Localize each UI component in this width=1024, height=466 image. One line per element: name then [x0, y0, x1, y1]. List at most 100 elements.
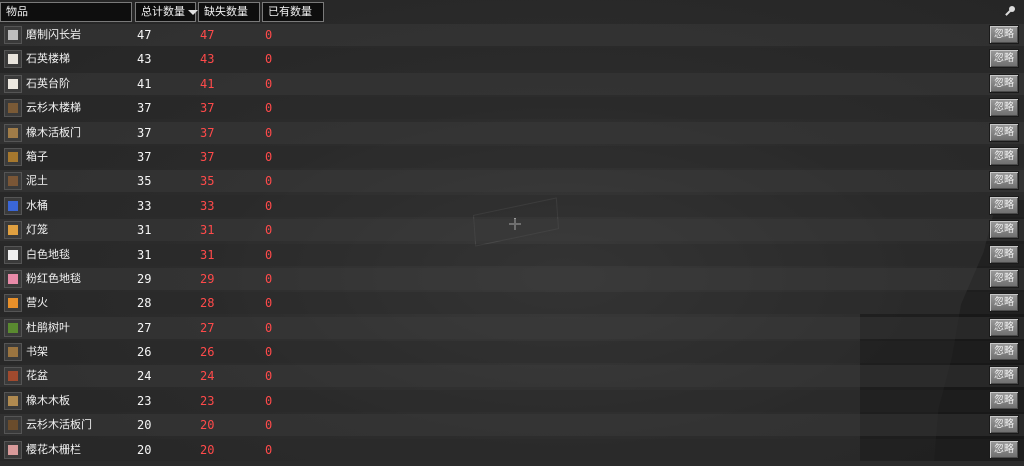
item-name: 石英楼梯: [26, 52, 70, 66]
table-row: 灯笼 31 31 0 忽略: [0, 219, 1024, 242]
have-count: 0: [265, 271, 273, 286]
table-row: 粉红色地毯 29 29 0 忽略: [0, 267, 1024, 290]
column-header-have[interactable]: 已有数量: [262, 2, 324, 22]
have-count: 0: [265, 418, 273, 433]
total-count: 37: [137, 125, 152, 140]
missing-count: 23: [200, 393, 215, 408]
item-name: 灯笼: [26, 223, 48, 237]
missing-count: 43: [200, 52, 215, 67]
item-name: 云杉木楼梯: [26, 101, 81, 115]
have-count: 0: [265, 125, 273, 140]
missing-count: 47: [200, 28, 215, 42]
lantern-icon: [4, 221, 22, 240]
item-name: 橡木木板: [26, 393, 70, 407]
table-row: 箱子 37 37 0 忽略: [0, 145, 1024, 168]
ignore-button[interactable]: 忽略: [989, 25, 1019, 44]
spruce-trapdoor-icon: [4, 416, 22, 435]
item-name: 樱花木栅栏: [26, 442, 81, 456]
item-name: 营火: [26, 296, 48, 310]
total-count: 23: [137, 393, 152, 408]
missing-count: 20: [200, 418, 215, 433]
item-name: 水桶: [26, 198, 48, 212]
ignore-button[interactable]: 忽略: [989, 220, 1019, 240]
column-header-missing-label: 缺失数量: [204, 5, 248, 18]
item-name: 云杉木活板门: [26, 418, 92, 432]
missing-count: 26: [200, 345, 215, 360]
azalea-leaves-icon: [4, 318, 22, 337]
total-count: 20: [137, 442, 152, 457]
item-name: 书架: [26, 345, 48, 359]
table-row: 橡木活板门 37 37 0 忽略: [0, 121, 1024, 144]
table-row: 营火 28 28 0 忽略: [0, 292, 1024, 315]
have-count: 0: [265, 76, 273, 91]
table-row: 花盆 24 24 0 忽略: [0, 365, 1024, 388]
ignore-button[interactable]: 忽略: [989, 390, 1019, 410]
item-name: 箱子: [26, 149, 48, 163]
column-header-total[interactable]: 总计数量: [135, 2, 198, 22]
ignore-button[interactable]: 忽略: [989, 317, 1019, 337]
ignore-button[interactable]: 忽略: [989, 293, 1019, 313]
oak-trapdoor-icon: [4, 123, 22, 142]
ignore-button[interactable]: 忽略: [989, 342, 1019, 362]
table-row: 云杉木楼梯 37 37 0 忽略: [0, 97, 1024, 120]
sort-descending-icon: [188, 9, 198, 15]
missing-count: 37: [200, 149, 215, 164]
missing-count: 37: [200, 101, 215, 116]
ignore-button[interactable]: 忽略: [989, 49, 1019, 69]
table-row: 磨制闪长岩 47 47 0 忽略: [0, 24, 1024, 46]
column-header-item[interactable]: 物品: [0, 2, 132, 22]
total-count: 31: [137, 223, 152, 238]
pin-icon[interactable]: [1004, 6, 1016, 18]
item-name: 白色地毯: [26, 247, 70, 261]
bookshelf-icon: [4, 343, 22, 362]
table-row: 杜鹃树叶 27 27 0 忽略: [0, 316, 1024, 339]
ignore-button[interactable]: 忽略: [989, 122, 1019, 142]
item-name: 橡木活板门: [26, 125, 81, 139]
table-row: 泥土 35 35 0 忽略: [0, 170, 1024, 193]
ignore-button[interactable]: 忽略: [989, 195, 1019, 215]
table-header: 物品 总计数量 缺失数量 已有数量: [0, 0, 1024, 24]
have-count: 0: [265, 296, 273, 311]
ignore-button[interactable]: 忽略: [989, 268, 1019, 288]
have-count: 0: [265, 28, 273, 42]
missing-count: 41: [200, 76, 215, 91]
quartz-slab-icon: [4, 74, 22, 93]
flower-pot-icon: [4, 367, 22, 386]
missing-count: 27: [200, 320, 215, 335]
item-name: 杜鹃树叶: [26, 320, 70, 334]
missing-count: 31: [200, 223, 215, 238]
missing-count: 20: [200, 442, 215, 457]
missing-count: 24: [200, 369, 215, 384]
table-row: 樱花木栅栏 20 20 0 忽略: [0, 438, 1024, 461]
column-header-missing[interactable]: 缺失数量: [198, 2, 260, 22]
ignore-button[interactable]: 忽略: [989, 171, 1019, 191]
missing-count: 35: [200, 174, 215, 189]
have-count: 0: [265, 442, 273, 457]
ignore-button[interactable]: 忽略: [989, 366, 1019, 386]
ignore-button[interactable]: 忽略: [989, 73, 1019, 93]
total-count: 37: [137, 149, 152, 164]
total-count: 27: [137, 320, 152, 335]
table-row: 橡木木板 23 23 0 忽略: [0, 389, 1024, 412]
have-count: 0: [265, 247, 273, 262]
missing-count: 29: [200, 271, 215, 286]
total-count: 33: [137, 198, 152, 213]
spruce-stairs-icon: [4, 99, 22, 118]
pink-carpet-icon: [4, 269, 22, 288]
total-count: 28: [137, 296, 152, 311]
table-row: 云杉木活板门 20 20 0 忽略: [0, 414, 1024, 437]
total-count: 24: [137, 369, 152, 384]
ignore-button[interactable]: 忽略: [989, 439, 1019, 459]
chest-icon: [4, 147, 22, 166]
oak-planks-icon: [4, 391, 22, 410]
ignore-button[interactable]: 忽略: [989, 146, 1019, 166]
have-count: 0: [265, 320, 273, 335]
dirt-icon: [4, 172, 22, 191]
missing-count: 28: [200, 296, 215, 311]
ignore-button[interactable]: 忽略: [989, 415, 1019, 435]
column-header-total-label: 总计数量: [141, 5, 185, 18]
table-row: 石英台阶 41 41 0 忽略: [0, 72, 1024, 95]
ignore-button[interactable]: 忽略: [989, 98, 1019, 118]
table-row: 水桶 33 33 0 忽略: [0, 194, 1024, 217]
ignore-button[interactable]: 忽略: [989, 244, 1019, 264]
